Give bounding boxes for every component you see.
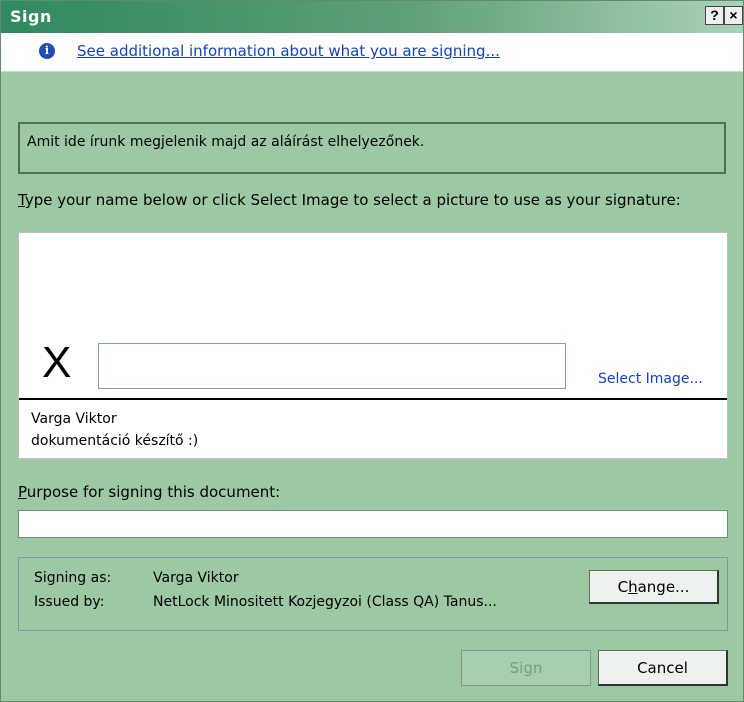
issued-by-label: Issued by: bbox=[34, 594, 105, 610]
signature-line bbox=[19, 398, 727, 400]
purpose-label-text: urpose for signing this document: bbox=[26, 483, 281, 501]
sign-dialog: Sign ? × i See additional information ab… bbox=[0, 0, 744, 702]
change-label-pre: C bbox=[617, 577, 629, 596]
cancel-button[interactable]: Cancel bbox=[598, 650, 728, 686]
purpose-label: Purpose for signing this document: bbox=[18, 483, 280, 501]
additional-info-link[interactable]: See additional information about what yo… bbox=[77, 42, 500, 60]
signature-name-input[interactable] bbox=[98, 343, 566, 389]
sign-button[interactable]: Sign bbox=[461, 650, 591, 686]
dialog-title: Sign bbox=[10, 7, 52, 26]
select-image-link[interactable]: Select Image... bbox=[598, 371, 703, 387]
change-access-key: h bbox=[628, 577, 638, 596]
signing-info-box: Signing as: Varga Viktor Issued by: NetL… bbox=[18, 557, 728, 631]
info-bar: i See additional information about what … bbox=[1, 33, 743, 72]
signing-message-text: Amit ide írunk megjelenik majd az aláírá… bbox=[27, 134, 425, 150]
signature-x-mark: X bbox=[42, 338, 72, 387]
title-bar[interactable]: Sign ? × bbox=[1, 1, 743, 33]
purpose-access-key: P bbox=[18, 483, 27, 501]
signer-name: Varga Viktor bbox=[31, 411, 117, 427]
signing-message-box: Amit ide írunk megjelenik majd az aláírá… bbox=[18, 122, 726, 174]
issued-by-value: NetLock Minositett Kozjegyzoi (Class QA)… bbox=[153, 594, 497, 610]
signer-title: dokumentáció készítő :) bbox=[31, 433, 199, 449]
signing-as-value: Varga Viktor bbox=[153, 570, 239, 586]
instructions-text: ype your name below or click Select Imag… bbox=[24, 191, 681, 209]
signature-area: X Select Image... Varga Viktor dokumentá… bbox=[18, 232, 728, 459]
close-button[interactable]: × bbox=[724, 6, 743, 25]
info-icon: i bbox=[39, 43, 55, 59]
change-certificate-button[interactable]: Change... bbox=[589, 570, 719, 604]
change-label-post: ange... bbox=[637, 577, 690, 596]
instructions-access-key: T bbox=[18, 191, 25, 209]
purpose-input[interactable] bbox=[18, 510, 728, 538]
help-button[interactable]: ? bbox=[705, 6, 724, 25]
signing-as-label: Signing as: bbox=[34, 570, 112, 586]
signature-instructions: Type your name below or click Select Ima… bbox=[18, 191, 718, 210]
